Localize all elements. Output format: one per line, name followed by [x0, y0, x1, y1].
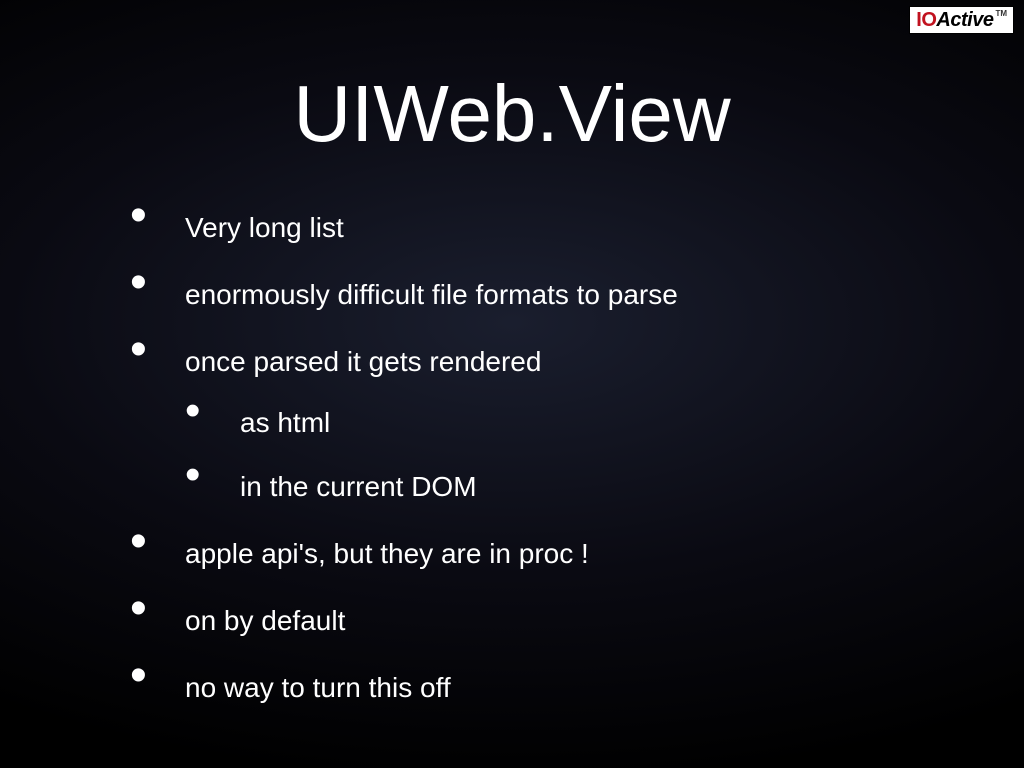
bullet-text: as html — [240, 407, 330, 438]
list-item: on by default — [130, 603, 964, 638]
logo-part-io: IO — [916, 9, 936, 32]
slide: IO Active TM UIWeb.View Very long list e… — [0, 0, 1024, 768]
logo-trademark: TM — [995, 9, 1007, 18]
list-item: as html — [185, 405, 964, 440]
list-item: Very long list — [130, 210, 964, 245]
bullet-text: in the current DOM — [240, 471, 477, 502]
list-item: once parsed it gets rendered as html in … — [130, 344, 964, 504]
list-item: apple api's, but they are in proc ! — [130, 536, 964, 571]
slide-content: Very long list enormously difficult file… — [130, 210, 964, 737]
bullet-text: apple api's, but they are in proc ! — [185, 538, 589, 569]
sub-bullet-list: as html in the current DOM — [185, 405, 964, 504]
bullet-text: on by default — [185, 605, 345, 636]
list-item: enormously difficult file formats to par… — [130, 277, 964, 312]
list-item: no way to turn this off — [130, 670, 964, 705]
brand-logo: IO Active TM — [909, 6, 1014, 34]
bullet-text: Very long list — [185, 212, 344, 243]
bullet-text: enormously difficult file formats to par… — [185, 279, 678, 310]
bullet-text: once parsed it gets rendered — [185, 346, 541, 377]
slide-title: UIWeb.View — [0, 0, 1024, 160]
list-item: in the current DOM — [185, 469, 964, 504]
bullet-list: Very long list enormously difficult file… — [130, 210, 964, 705]
logo-part-active: Active — [936, 9, 993, 32]
bullet-text: no way to turn this off — [185, 672, 451, 703]
